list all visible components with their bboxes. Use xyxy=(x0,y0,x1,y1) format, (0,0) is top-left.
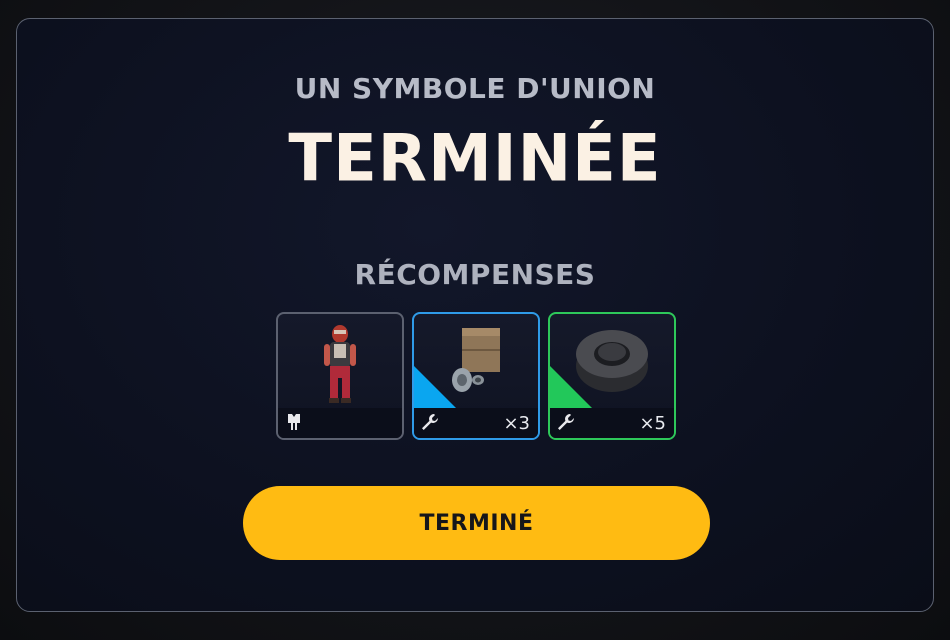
reward-card-material-green[interactable]: ×5 xyxy=(548,312,676,440)
done-button[interactable]: TERMINÉ xyxy=(243,486,710,560)
reward-quantity: ×3 xyxy=(503,413,530,434)
reward-card-outfit[interactable] xyxy=(276,312,404,440)
reward-quantity: ×5 xyxy=(639,413,666,434)
outfit-icon xyxy=(288,414,300,430)
survivor-outfit-image xyxy=(324,325,356,403)
rewards-heading: RÉCOMPENSES xyxy=(354,258,596,291)
quest-name: UN SYMBOLE D'UNION xyxy=(294,72,656,105)
completion-title: TERMINÉE xyxy=(288,121,662,197)
reward-card-material-blue[interactable]: ×3 xyxy=(412,312,540,440)
reward-footer: ×3 xyxy=(414,408,538,438)
reward-footer: ×5 xyxy=(550,408,674,438)
duct-tape-image xyxy=(576,330,648,392)
wrench-icon xyxy=(558,414,574,430)
crate-parts-image xyxy=(452,328,500,392)
reward-footer xyxy=(278,408,402,438)
wrench-icon xyxy=(422,414,438,430)
